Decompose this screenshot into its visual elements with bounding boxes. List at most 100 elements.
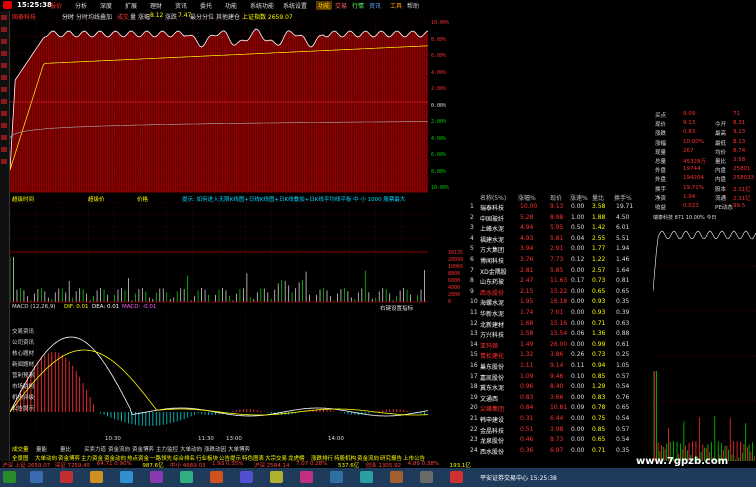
toolbar-chart-icon[interactable] [1,39,7,44]
app-icon[interactable] [270,471,283,483]
app-icon[interactable] [360,471,373,483]
table-row[interactable]: 22 金晶科技 0.51 3.98 0.00 0.85 0.57 [470,425,632,435]
app-icon[interactable] [120,471,133,483]
table-row[interactable]: 19 文通西 0.83 3.66 0.00 0.83 0.76 [470,393,632,403]
table-row[interactable]: 3 上峰水泥 4.94 5.95 0.50 1.42 6.01 [470,223,632,233]
toolbar-news-icon[interactable] [1,63,7,68]
app-icon[interactable] [420,471,433,483]
table-row[interactable]: 20 尖峰集团 0.84 10.81 0.09 0.78 0.65 [470,403,632,413]
table-row[interactable]: 11 华新水泥 1.74 7.01 0.00 0.93 0.39 [470,308,632,318]
table-row[interactable]: 15 青松建化 1.32 3.86 0.26 0.73 0.25 [470,350,632,360]
toolbar-quote-icon[interactable] [1,27,7,32]
toolbar-f10-icon[interactable] [1,75,7,80]
app-icon[interactable] [180,471,193,483]
info-forecast[interactable]: 营利预测 [12,371,34,379]
col-ratio[interactable]: 量比 [592,193,604,202]
table-row[interactable]: 14 亚玛顿 1.49 26.00 0.00 0.99 0.61 [470,340,632,350]
menu-extend[interactable]: 扩展 [125,1,137,10]
app-icon[interactable] [300,471,313,483]
col-name[interactable]: 名称(5%) [480,193,506,202]
app-icon[interactable] [210,471,223,483]
table-row[interactable]: 8 山东药玻 2.47 11.63 0.17 0.73 0.81 [470,276,632,286]
toolbar-setting-icon[interactable] [1,147,7,152]
menu-order[interactable]: 委托 [200,1,212,10]
info-topic[interactable]: 核心题材 [12,349,34,357]
table-row[interactable]: 23 龙泉股份 0.46 8.73 0.00 0.65 0.54 [470,435,632,445]
table-row[interactable]: 12 北新建材 1.68 15.16 0.00 0.71 0.63 [470,319,632,329]
table-row[interactable]: 5 方大集团 3.94 2.91 0.00 1.77 1.94 [470,244,632,254]
link-function[interactable]: 功能 [316,1,333,10]
app-icon[interactable] [390,471,403,483]
col-price[interactable]: 现价 [550,193,562,202]
menu-news[interactable]: 资讯 [175,1,187,10]
info-structure[interactable]: 市场结构 [12,382,34,390]
info-trade[interactable]: 交易资讯 [12,327,34,335]
start-icon[interactable] [3,471,16,483]
toolbar-trade-icon[interactable] [1,111,7,116]
link-market[interactable]: 行情 [350,1,366,10]
table-row[interactable]: 2 中国玻纤 5.28 8.98 1.00 1.88 4.50 [470,213,632,223]
toolbar-sector-icon[interactable] [1,99,7,104]
indicator-tab[interactable]: 量能 [36,445,47,453]
info-company[interactable]: 公司资讯 [12,338,34,346]
table-row[interactable]: 7 XD金隅股 2.81 5.85 0.00 2.57 1.64 [470,266,632,276]
col-turnover[interactable]: 换手% [614,193,632,202]
table-row[interactable]: 21 韩申建设 0.31 6.44 0.00 0.75 0.54 [470,414,632,424]
table-row[interactable]: 17 嘉凯股份 1.09 9.46 0.10 0.85 0.57 [470,372,632,382]
app-icon[interactable] [90,471,103,483]
app-icon[interactable] [30,471,43,483]
link-trade[interactable]: 交易 [333,1,349,10]
table-row[interactable]: 13 方兴科技 1.58 15.54 0.06 1.36 0.88 [470,329,632,339]
link-help[interactable]: 帮助 [405,1,421,10]
link-info[interactable]: 资讯 [367,1,383,10]
indicator-tab[interactable]: 资金流向 [108,445,130,453]
menu-depth[interactable]: 深度 [100,1,112,10]
toolbar-home-icon[interactable] [1,15,7,20]
table-row[interactable]: 16 巢东股份 1.11 9.14 0.11 0.94 1.05 [470,361,632,371]
app-icon[interactable] [150,471,163,483]
toolbar-rank-icon[interactable] [1,87,7,92]
info-rating[interactable]: 机构评级 [12,393,34,401]
app-icon[interactable] [60,471,73,483]
indicator-tab[interactable]: 成交量 [12,445,29,453]
table-row[interactable]: 24 西水股份 0.36 6.97 0.00 0.71 0.35 [470,446,632,456]
indicator-tab[interactable]: 量比 [60,445,71,453]
table-row[interactable]: 9 西水股份 2.15 15.22 0.00 0.65 0.65 [470,287,632,297]
indicator-tab[interactable]: 资金博弈 [132,445,154,453]
table-row[interactable]: 4 福建水泥 4.93 5.81 0.04 2.55 5.51 [470,234,632,244]
toolbar-help-icon[interactable] [1,159,7,164]
indicator-tab[interactable]: 大单博弈 [228,445,250,453]
menu-analysis[interactable]: 分析 [75,1,87,10]
indicator-tab[interactable]: 大单动向 [180,445,202,453]
indicator-settings-link[interactable]: 右键设置指标 [380,304,413,312]
menu-function[interactable]: 功能 [225,1,237,10]
toolbar-alert-icon[interactable] [1,135,7,140]
indicator-tab[interactable]: 涨跌动因 [204,445,226,453]
link-tools[interactable]: 工具 [388,1,404,10]
cell-no: 20 [470,404,478,412]
menu-system-settings[interactable]: 系统设置 [283,1,307,10]
table-row[interactable]: 10 海螺水泥 1.95 16.18 0.00 0.93 0.35 [470,297,632,307]
info-news[interactable]: 新闻题材 [12,360,34,368]
app-icon[interactable] [450,471,463,483]
app-icon[interactable] [240,471,253,483]
col-chg[interactable]: 涨幅% [518,193,536,202]
table-row[interactable]: 6 博闻科技 3.76 7.73 0.12 1.22 1.46 [470,255,632,265]
menu-finance[interactable]: 理财 [150,1,162,10]
menu-system-function[interactable]: 系统功能 [250,1,274,10]
table-row[interactable]: 1 瑞泰科技 10.00 9.13 0.00 3.58 19.71 [470,202,633,212]
app-icon[interactable] [330,471,343,483]
menu-quote[interactable]: 报价 [50,1,62,10]
macd-dif: DIF: 0.01 [64,304,89,310]
cell-turn: 0.76 [616,393,630,401]
col-speed[interactable]: 涨速% [570,193,588,202]
intraday-chart[interactable] [10,20,428,444]
toolbar-kline-icon[interactable] [1,51,7,56]
indicator-tab[interactable]: 买卖力道 [84,445,106,453]
table-row[interactable]: 18 冀东水泥 0.96 8.40 0.00 1.29 0.54 [470,382,632,392]
mini-intraday-chart[interactable] [653,221,756,465]
toolbar-select-icon[interactable] [1,123,7,128]
info-notice[interactable]: 公告提示 [12,404,34,412]
quote-r: 9.13 [733,129,746,136]
indicator-tab[interactable]: 主力监控 [156,445,178,453]
